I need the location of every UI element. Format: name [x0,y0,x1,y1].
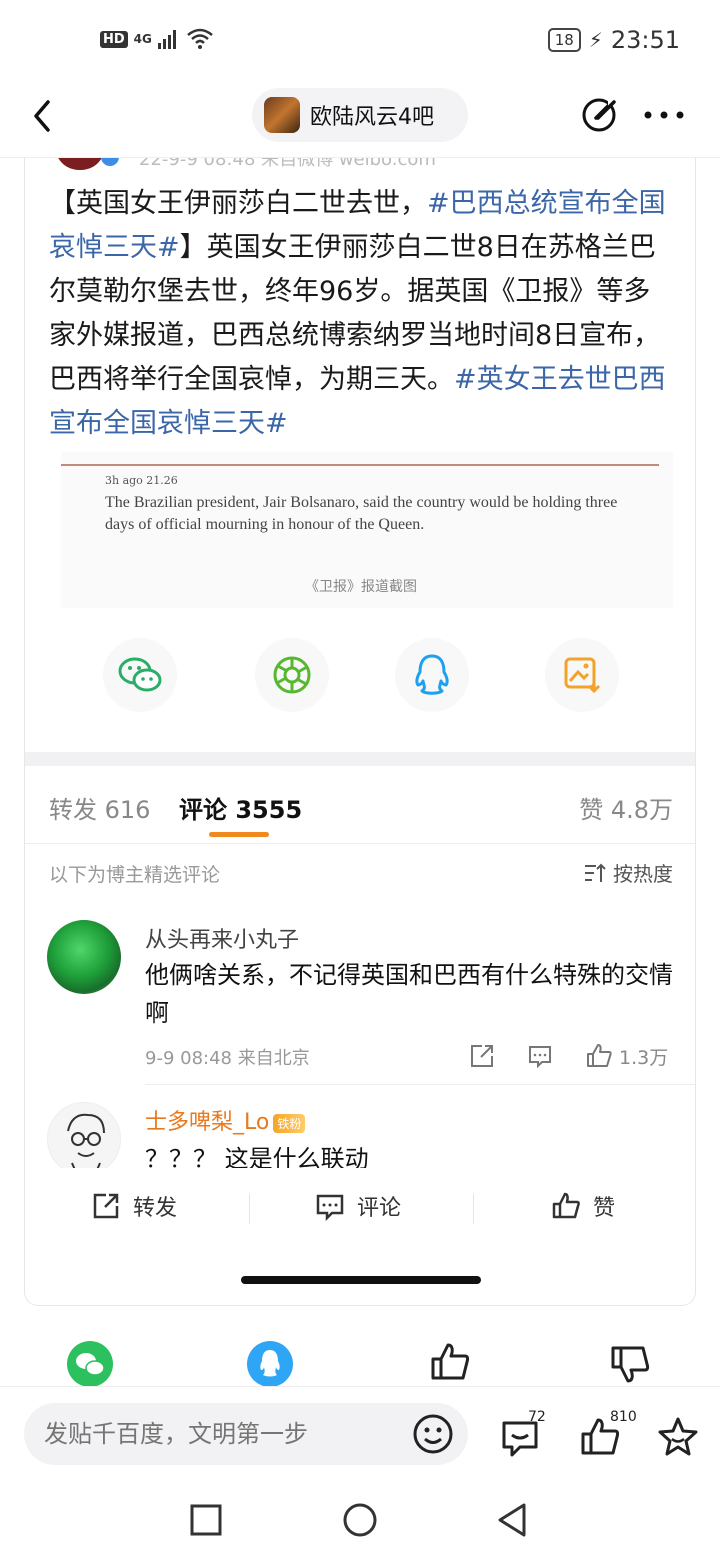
tab-reposts[interactable]: 转发 616 [49,790,150,825]
selected-comments-label: 以下为博主精选评论 [49,864,221,886]
comment-filter-row: 以下为博主精选评论 按热度 [25,848,695,898]
thumbs-up-icon[interactable] [428,1340,472,1384]
triangle-back-icon [498,1503,526,1537]
home-button[interactable] [342,1502,378,1542]
comment-input-wrapper [24,1403,468,1465]
avatar[interactable] [47,920,121,994]
forum-avatar [264,97,300,133]
repost-icon[interactable] [469,1043,495,1069]
comment-label: 评论 [357,1196,402,1221]
repost-icon [93,1193,119,1219]
section-divider [25,752,695,766]
hd-indicator: HD [100,30,128,48]
comment-text: 他俩啥关系，不记得英国和巴西有什么特殊的交情啊 [145,961,673,1027]
separator [473,1194,474,1224]
more-button[interactable] [642,100,686,130]
post-action-bar: 转发 评论 赞 [25,1168,695,1252]
share-row [25,638,695,728]
post-meta: 22-9-9 08:48 来自微博 weibo.com [139,158,436,170]
edit-icon [582,96,618,132]
qq-share-icon[interactable] [246,1340,294,1388]
post-body: 【英国女王伊丽莎白二世去世，#巴西总统宣布全国哀悼三天#】英国女王伊丽莎白二世8… [49,182,669,446]
circle-icon [343,1503,377,1537]
chevron-left-icon [34,100,50,132]
comment-input-bar: 72 810 [0,1386,720,1482]
edit-button[interactable] [580,94,620,134]
separator [249,1194,250,1224]
comment-divider [145,1084,695,1085]
tab-likes[interactable]: 赞 4.8万 [579,790,673,825]
sort-button[interactable]: 按热度 [583,858,673,887]
network-indicator: 4G [133,32,152,46]
save-image-button[interactable] [545,638,619,712]
top-nav-bar: 欧陆风云4吧 [0,80,720,158]
fan-badge: 铁粉 [273,1113,306,1133]
share-wechat-button[interactable] [103,638,177,712]
comment-icon[interactable] [527,1043,553,1069]
tab-bar: 转发 616 评论 3555 赞 4.8万 [25,766,695,844]
sort-icon [585,863,606,882]
comment-button[interactable]: 评论 [315,1190,401,1222]
comment-count: 72 [528,1409,546,1425]
forum-name: 欧陆风云4吧 [310,105,434,130]
repost-button[interactable]: 转发 [91,1190,177,1222]
wechat-icon [118,657,162,692]
status-bar: HD 4G 18 ⚡ 23:51 [0,0,720,80]
repost-label: 转发 [133,1196,178,1221]
comment-username[interactable]: 从头再来小丸子 [145,922,299,954]
back-button[interactable] [24,94,64,138]
save-image-icon [564,657,601,694]
comment-icon [316,1194,344,1221]
inner-home-indicator [241,1276,481,1284]
charging-icon: ⚡ [588,28,603,52]
battery-indicator: 18 [547,28,581,52]
share-moments-button[interactable] [255,638,329,712]
active-tab-indicator [209,832,269,837]
more-icon [644,111,684,119]
moments-icon [273,656,311,694]
share-qq-button[interactable] [395,638,469,712]
post-text-1: 【英国女王伊丽莎白二世去世， [49,188,427,219]
like-icon [552,1192,580,1219]
quote-text: The Brazilian president, Jair Bolsanaro,… [105,494,618,533]
comment-username-text: 士多啤梨_Lo [145,1110,270,1135]
avatar[interactable] [47,1102,121,1176]
like-label: 赞 [593,1196,616,1221]
like-button[interactable]: 赞 [551,1190,615,1222]
emoji-icon[interactable] [412,1413,454,1455]
clock: 23:51 [610,26,680,54]
external-share-row [0,1340,720,1390]
comment-meta: 9-9 08:48 来自北京 [145,1048,310,1069]
verified-icon [101,158,119,166]
square-icon [190,1504,222,1536]
system-nav-bar [0,1482,720,1560]
poster-avatar[interactable] [55,158,119,170]
system-back-button[interactable] [496,1502,528,1542]
like-icon[interactable] [585,1042,613,1070]
post-header: 22-9-9 08:48 来自微博 weibo.com [55,158,436,170]
avatar-drawing [67,1113,105,1175]
quote-meta: 3h ago 21.26 [105,474,178,487]
like-count: 810 [610,1409,637,1425]
wifi-icon [187,28,213,49]
star-icon[interactable] [656,1415,700,1459]
wechat-share-icon[interactable] [66,1340,114,1388]
sort-label: 按热度 [613,862,673,886]
comment-item: 士多啤梨_Lo 铁粉 ？？？ 这是什么联动 [25,1094,695,1176]
comment-input[interactable] [24,1403,384,1465]
recent-apps-button[interactable] [190,1504,222,1540]
post-card: 22-9-9 08:48 来自微博 weibo.com 【英国女王伊丽莎白二世去… [24,158,696,1306]
thumbs-down-icon[interactable] [608,1342,652,1386]
comment-like-count: 1.3万 [619,1046,669,1069]
image-caption: 《卫报》报道截图 [305,579,417,595]
tab-comments[interactable]: 评论 3555 [179,790,302,825]
forum-pill[interactable]: 欧陆风云4吧 [252,88,468,142]
comment-username[interactable]: 士多啤梨_Lo 铁粉 [145,1104,306,1136]
signal-icon [157,30,176,49]
comment-item: 从头再来小丸子 他俩啥关系，不记得英国和巴西有什么特殊的交情啊 9-9 08:4… [25,908,695,1085]
qq-icon [415,654,449,695]
quote-rule [61,464,659,466]
